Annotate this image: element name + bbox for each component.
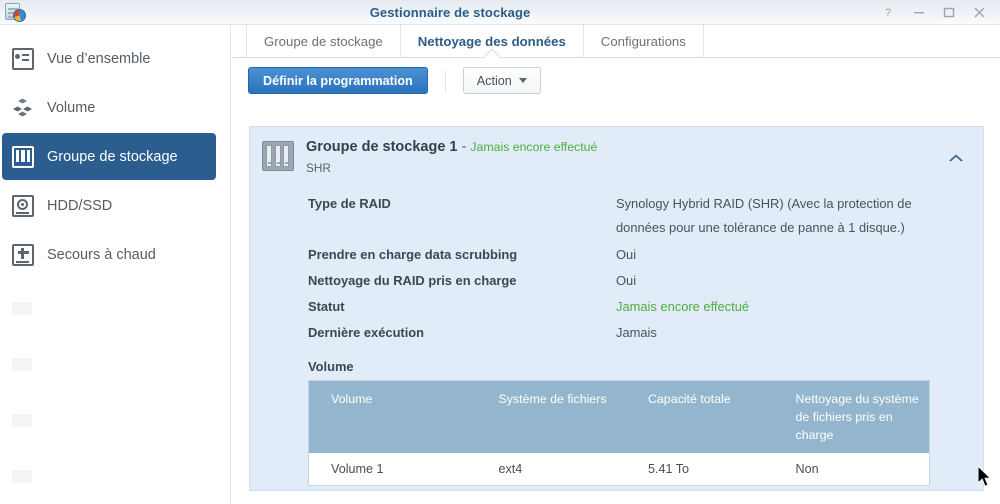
cell-filesystem: ext4 <box>498 461 523 476</box>
column-header-capacity: Capacité totale <box>647 391 731 406</box>
group-title-row: Groupe de stockage 1 - Jamais encore eff… <box>306 139 597 155</box>
tab-label: Configurations <box>600 33 686 49</box>
detail-value: Jamais encore effectué <box>616 299 750 315</box>
volume-table: Volume Système de fichiers Capacité tota… <box>308 379 930 486</box>
tab-bar: Groupe de stockage Nettoyage des données… <box>232 25 1000 58</box>
panel-header: Groupe de stockage 1 - Jamais encore eff… <box>250 127 983 175</box>
maximize-button[interactable] <box>934 0 964 25</box>
detail-row: Type de RAID Synology Hybrid RAID (SHR) … <box>308 192 983 241</box>
action-label: Action <box>476 73 512 88</box>
cell-fs-scrubbing: Non <box>795 461 819 476</box>
set-schedule-label: Définir la programmation <box>263 73 413 88</box>
group-title: Groupe de stockage 1 <box>306 139 458 155</box>
hot-spare-icon <box>12 243 34 266</box>
sidebar-item-label: Vue d’ensemble <box>47 50 151 67</box>
sidebar-item-volume[interactable]: Volume <box>2 84 216 131</box>
mouse-cursor <box>977 464 994 490</box>
help-button[interactable]: ? <box>874 0 904 25</box>
sidebar-placeholder <box>0 336 230 392</box>
content-area: Groupe de stockage Nettoyage des données… <box>232 25 1000 504</box>
tab-storage-group[interactable]: Groupe de stockage <box>246 25 401 57</box>
hdd-ssd-icon <box>12 194 34 217</box>
column-header-filesystem: Système de fichiers <box>498 391 607 406</box>
tab-label: Groupe de stockage <box>264 33 383 49</box>
detail-key: Type de RAID <box>308 196 391 211</box>
volume-icon <box>12 97 34 119</box>
table-header-row: Volume Système de fichiers Capacité tota… <box>309 380 929 453</box>
set-schedule-button[interactable]: Définir la programmation <box>248 67 428 94</box>
detail-row: Nettoyage du RAID pris en charge Oui <box>308 269 983 293</box>
minimize-button[interactable] <box>904 0 934 25</box>
column-header-volume: Volume <box>331 391 373 406</box>
detail-key: Dernière exécution <box>308 325 425 341</box>
title-bar: Gestionnaire de stockage ? <box>0 0 1000 25</box>
storage-manager-window: Gestionnaire de stockage ? Vue d’ensembl… <box>0 0 1000 504</box>
detail-value: Oui <box>616 272 637 288</box>
chevron-up-icon[interactable] <box>947 149 965 167</box>
overview-icon <box>12 47 34 70</box>
sidebar-placeholder <box>0 448 230 504</box>
detail-key: Nettoyage du RAID pris en charge <box>308 272 517 288</box>
action-button[interactable]: Action <box>462 67 541 94</box>
window-controls: ? <box>874 0 994 25</box>
sidebar-item-label: Volume <box>47 99 96 116</box>
toolbar: Définir la programmation Action <box>232 58 1000 103</box>
title-separator: - <box>457 139 471 155</box>
volume-section-label: Volume <box>308 358 354 374</box>
sidebar-placeholder <box>0 392 230 448</box>
detail-value: Oui <box>616 246 637 262</box>
cell-capacity: 5.41 To <box>647 461 690 476</box>
sidebar-item-label: HDD/SSD <box>47 197 113 214</box>
chevron-down-icon <box>518 78 527 83</box>
column-header-fs-scrubbing: Nettoyage du système de fichiers pris en… <box>795 391 919 442</box>
sidebar: Vue d’ensemble Volume Groupe de stockage… <box>0 25 231 504</box>
detail-key: Prendre en charge data scrubbing <box>308 246 518 262</box>
window-title: Gestionnaire de stockage <box>369 4 531 20</box>
sidebar-item-storage-group[interactable]: Groupe de stockage <box>2 133 216 180</box>
detail-value: Jamais <box>616 325 657 341</box>
svg-text:?: ? <box>885 7 891 19</box>
storage-group-panel: Groupe de stockage 1 - Jamais encore eff… <box>249 126 984 491</box>
table-row[interactable]: Volume 1 ext4 5.41 To Non <box>309 452 929 485</box>
disk-array-icon <box>262 141 294 171</box>
tab-data-scrubbing[interactable]: Nettoyage des données <box>401 25 584 57</box>
close-button[interactable] <box>964 0 994 25</box>
sidebar-placeholder <box>0 280 230 336</box>
sidebar-item-overview[interactable]: Vue d’ensemble <box>2 35 216 82</box>
detail-key: Statut <box>308 299 345 315</box>
cell-volume: Volume 1 <box>331 461 384 476</box>
sidebar-item-label: Secours à chaud <box>47 246 156 263</box>
storage-group-icon <box>12 145 34 168</box>
tab-configurations[interactable]: Configurations <box>584 25 704 57</box>
sidebar-item-hdd-ssd[interactable]: HDD/SSD <box>2 182 216 229</box>
detail-row: Prendre en charge data scrubbing Oui <box>308 243 983 267</box>
group-subtitle: SHR <box>306 161 331 175</box>
storage-manager-icon <box>4 2 26 22</box>
sidebar-item-hot-spare[interactable]: Secours à chaud <box>2 231 216 278</box>
detail-list: Type de RAID Synology Hybrid RAID (SHR) … <box>308 192 983 346</box>
sidebar-item-label: Groupe de stockage <box>47 148 178 165</box>
tab-label: Nettoyage des données <box>417 33 566 49</box>
detail-value: Synology Hybrid RAID (SHR) (Avec la prot… <box>616 196 912 236</box>
status-badge: Jamais encore effectué <box>470 140 598 154</box>
detail-row: Dernière exécution Jamais <box>308 321 983 345</box>
toolbar-divider <box>444 70 446 91</box>
detail-row: Statut Jamais encore effectué <box>308 295 983 319</box>
